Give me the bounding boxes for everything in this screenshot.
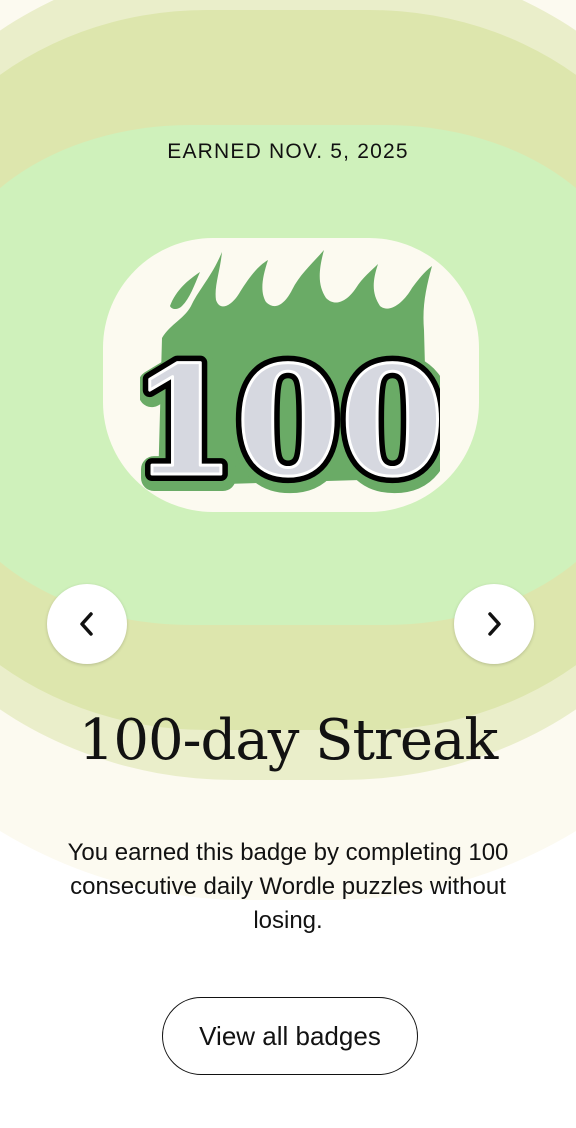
chevron-left-icon (80, 612, 93, 636)
badge-title: 100-day Streak (78, 708, 499, 773)
previous-badge-button[interactable] (47, 584, 127, 664)
earned-date: EARNED NOV. 5, 2025 (167, 140, 409, 163)
view-all-badges-button[interactable]: View all badges (162, 997, 418, 1075)
badge-detail-screen: EARNED NOV. 5, 2025 100 100 100 100-day … (0, 0, 576, 1128)
badge-100-flame-icon: 100 100 100 (140, 250, 440, 496)
badge-description: You earned this badge by completing 100 … (67, 839, 509, 934)
badge-number: 100 (140, 334, 440, 496)
next-badge-button[interactable] (454, 584, 534, 664)
chevron-right-icon (488, 612, 501, 636)
